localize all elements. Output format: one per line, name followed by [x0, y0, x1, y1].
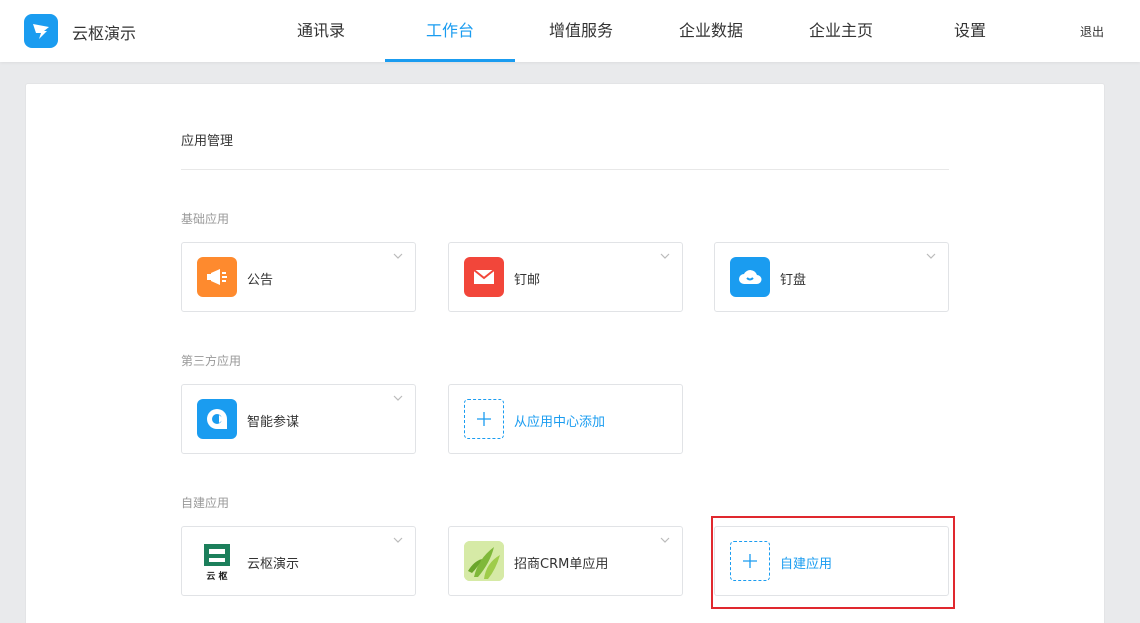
app-name: 公告 — [247, 273, 274, 288]
page-title: 应用管理 — [181, 134, 234, 149]
top-navigation-bar: 云枢演示 通讯录 工作台 增值服务 企业数据 企业主页 设置 退出 — [0, 0, 1140, 62]
chevron-down-icon[interactable] — [391, 533, 405, 547]
megaphone-icon — [197, 257, 237, 297]
app-name: 云枢演示 — [247, 557, 300, 572]
app-card-yunshu-demo[interactable]: 云 枢 云枢演示 — [181, 526, 416, 596]
chevron-down-icon[interactable] — [924, 249, 938, 263]
divider — [181, 169, 949, 170]
group-label-basic: 基础应用 — [181, 212, 230, 226]
app-card-announcement[interactable]: 公告 — [181, 242, 416, 312]
nav-value-added-services[interactable]: 增值服务 — [544, 0, 618, 62]
logout-link[interactable]: 退出 — [1080, 23, 1104, 40]
app-card-smart-advisor[interactable]: 智能参谋 — [181, 384, 416, 454]
chevron-down-icon[interactable] — [658, 249, 672, 263]
cloud-icon — [730, 257, 770, 297]
nav-enterprise-data[interactable]: 企业数据 — [674, 0, 748, 62]
app-name: 钉邮 — [514, 273, 541, 288]
chevron-down-icon[interactable] — [391, 391, 405, 405]
chevron-down-icon[interactable] — [391, 249, 405, 263]
svg-text:云 枢: 云 枢 — [206, 570, 227, 581]
app-name: 招商CRM单应用 — [514, 557, 609, 572]
yunshu-logo-icon: 云 枢 — [197, 541, 237, 581]
chevron-down-icon[interactable] — [658, 533, 672, 547]
nav-contacts[interactable]: 通讯录 — [290, 0, 352, 62]
add-label: 自建应用 — [780, 557, 833, 572]
nav-settings[interactable]: 设置 — [950, 0, 990, 62]
app-name: 钉盘 — [780, 273, 807, 288]
group-label-third-party: 第三方应用 — [181, 354, 242, 368]
app-name: 智能参谋 — [247, 415, 300, 430]
app-card-dingdisk[interactable]: 钉盘 — [714, 242, 949, 312]
leaf-image-icon — [464, 541, 504, 581]
nav-workbench[interactable]: 工作台 — [385, 0, 515, 62]
group-label-self-built: 自建应用 — [181, 496, 230, 510]
dingtalk-logo-icon[interactable] — [24, 14, 58, 48]
app-card-dingmail[interactable]: 钉邮 — [448, 242, 683, 312]
plus-icon — [464, 399, 504, 439]
chat-bubble-icon — [197, 399, 237, 439]
add-from-app-center-button[interactable]: 从应用中心添加 — [448, 384, 683, 454]
plus-icon — [730, 541, 770, 581]
brand-name: 云枢演示 — [72, 24, 137, 43]
nav-enterprise-homepage[interactable]: 企业主页 — [804, 0, 878, 62]
create-app-button[interactable]: 自建应用 — [714, 526, 949, 596]
app-card-crm[interactable]: 招商CRM单应用 — [448, 526, 683, 596]
add-label: 从应用中心添加 — [514, 415, 606, 430]
mail-icon — [464, 257, 504, 297]
